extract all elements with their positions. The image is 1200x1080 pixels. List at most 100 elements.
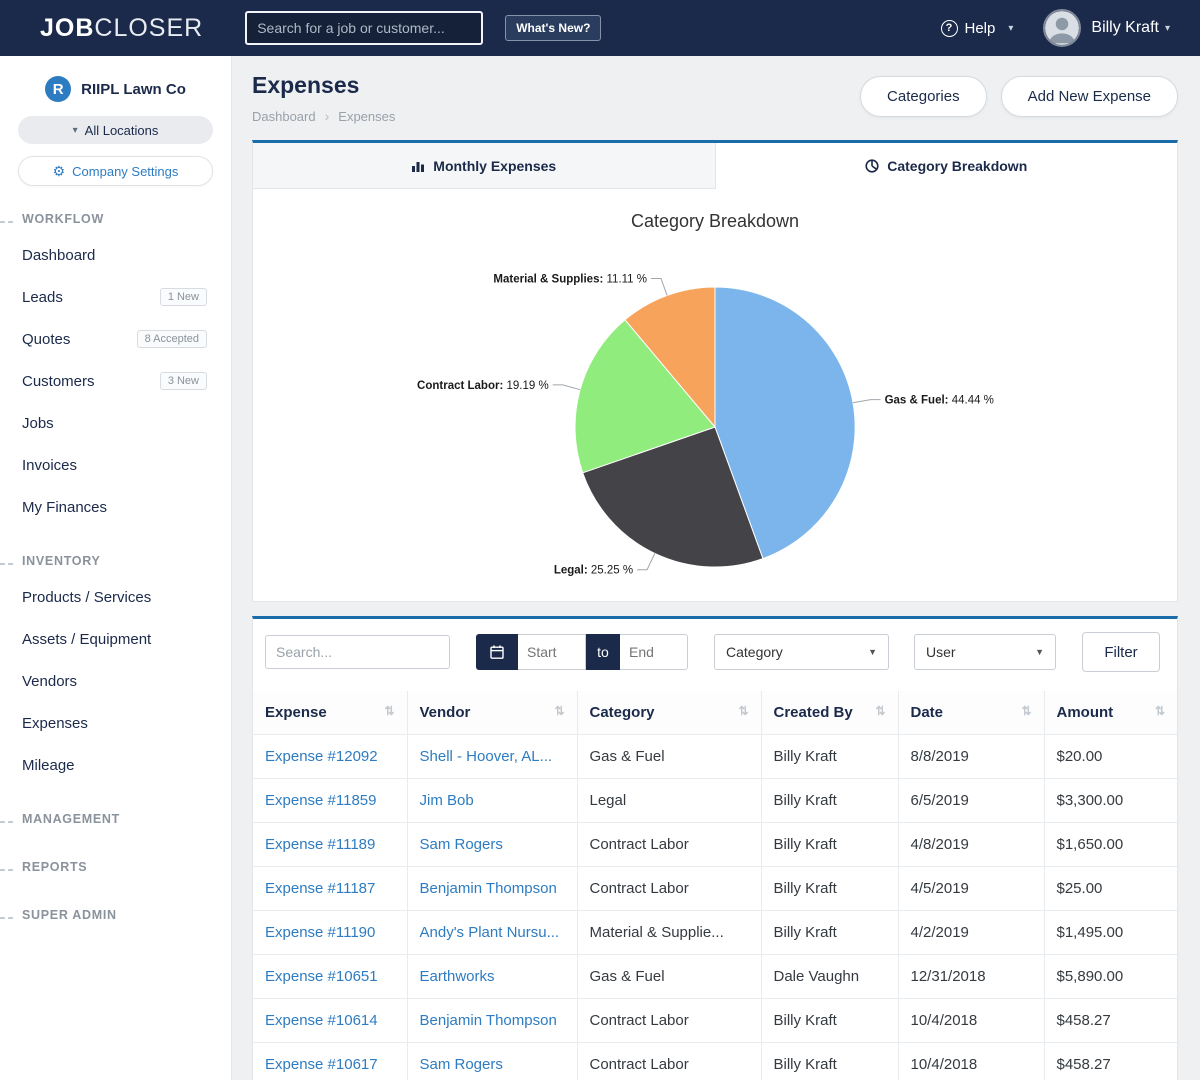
created-by-cell: Billy Kraft [761, 779, 898, 823]
filter-button[interactable]: Filter [1082, 632, 1160, 672]
vendor-link[interactable]: Shell - Hoover, AL... [407, 735, 577, 779]
start-date-input[interactable] [518, 634, 586, 670]
calendar-button[interactable] [476, 634, 518, 670]
app-logo[interactable]: JOBCLOSER [40, 14, 203, 43]
sort-icon[interactable]: ⇅ [384, 704, 394, 718]
breadcrumb-dashboard[interactable]: Dashboard [252, 109, 316, 124]
user-avatar[interactable] [1043, 9, 1081, 47]
user-select-value: User [926, 644, 956, 660]
sidebar-item-label: Dashboard [22, 247, 95, 264]
column-header-vendor[interactable]: ⇅Vendor [407, 691, 577, 735]
whats-new-button[interactable]: What's New? [505, 15, 601, 41]
amount-cell: $1,650.00 [1044, 823, 1177, 867]
end-date-input[interactable] [620, 634, 688, 670]
tab-monthly-expenses[interactable]: Monthly Expenses [253, 143, 716, 189]
sidebar-section-reports: REPORTS [0, 850, 231, 882]
sidebar-item-label: Mileage [22, 757, 75, 774]
breadcrumb: Dashboard › Expenses [252, 108, 395, 124]
category-select-value: Category [726, 644, 783, 660]
help-menu[interactable]: ? Help ▾ [941, 20, 1014, 37]
sidebar-item-mileage[interactable]: Mileage [0, 744, 231, 786]
sidebar-item-jobs[interactable]: Jobs [0, 402, 231, 444]
sidebar-item-quotes[interactable]: Quotes8 Accepted [0, 318, 231, 360]
date-cell: 4/5/2019 [898, 867, 1044, 911]
column-header-amount[interactable]: ⇅Amount [1044, 691, 1177, 735]
date-range-to-label: to [586, 634, 620, 670]
column-header-date[interactable]: ⇅Date [898, 691, 1044, 735]
user-name[interactable]: Billy Kraft [1091, 19, 1159, 37]
vendor-link[interactable]: Sam Rogers [407, 823, 577, 867]
sort-icon[interactable]: ⇅ [875, 704, 885, 718]
sidebar-item-dashboard[interactable]: Dashboard [0, 234, 231, 276]
categories-button[interactable]: Categories [860, 76, 987, 117]
sidebar-item-my-finances[interactable]: My Finances [0, 486, 231, 528]
created-by-cell: Billy Kraft [761, 867, 898, 911]
table-search-input[interactable] [265, 635, 450, 669]
sidebar-item-label: Products / Services [22, 589, 151, 606]
expense-link[interactable]: Expense #10617 [253, 1043, 407, 1080]
sidebar-item-expenses[interactable]: Expenses [0, 702, 231, 744]
add-new-expense-button[interactable]: Add New Expense [1001, 76, 1178, 117]
global-search-input[interactable] [245, 11, 483, 45]
category-select[interactable]: Category ▼ [714, 634, 889, 670]
column-header-category[interactable]: ⇅Category [577, 691, 761, 735]
sidebar: R RIIPL Lawn Co ▾ All Locations ⚙ Compan… [0, 56, 232, 1080]
expenses-table-card: to Category ▼ User ▼ Filter ⇅ Expense ⇅Ven… [252, 616, 1178, 1080]
tab-category-breakdown[interactable]: Category Breakdown [716, 143, 1178, 189]
sidebar-item-customers[interactable]: Customers3 New [0, 360, 231, 402]
vendor-link[interactable]: Benjamin Thompson [407, 867, 577, 911]
expense-link[interactable]: Expense #11187 [253, 867, 407, 911]
pie-label-connector [853, 400, 881, 403]
sidebar-item-products-services[interactable]: Products / Services [0, 576, 231, 618]
expenses-table: ⇅ Expense ⇅Vendor⇅Category⇅Created By⇅Date… [253, 691, 1177, 1080]
table-row: Expense #10617Sam RogersContract LaborBi… [253, 1043, 1177, 1080]
date-range-group: to [476, 634, 688, 670]
created-by-cell: Billy Kraft [761, 999, 898, 1043]
table-row: Expense #11189Sam RogersContract LaborBi… [253, 823, 1177, 867]
sidebar-item-invoices[interactable]: Invoices [0, 444, 231, 486]
expense-link[interactable]: Expense #10651 [253, 955, 407, 999]
amount-cell: $25.00 [1044, 867, 1177, 911]
pie-label-contract-labor: Contract Labor: 19.19 % [417, 380, 549, 392]
vendor-link[interactable]: Sam Rogers [407, 1043, 577, 1080]
company-settings-button[interactable]: ⚙ Company Settings [18, 156, 213, 186]
vendor-link[interactable]: Andy's Plant Nursu... [407, 911, 577, 955]
sidebar-item-label: Jobs [22, 415, 54, 432]
category-pie-chart: Gas & Fuel: 44.44 %Legal: 25.25 %Contrac… [253, 189, 1177, 601]
pie-label-gas-fuel: Gas & Fuel: 44.44 % [885, 395, 994, 407]
filter-bar: to Category ▼ User ▼ Filter [253, 619, 1177, 683]
sort-icon[interactable]: ⇅ [554, 704, 564, 718]
sidebar-item-assets-equipment[interactable]: Assets / Equipment [0, 618, 231, 660]
sort-icon[interactable]: ⇅ [1155, 704, 1165, 718]
category-cell: Gas & Fuel [577, 955, 761, 999]
sort-icon[interactable]: ⇅ [1021, 704, 1031, 718]
expense-link[interactable]: Expense #11189 [253, 823, 407, 867]
date-cell: 4/2/2019 [898, 911, 1044, 955]
locations-dropdown[interactable]: ▾ All Locations [18, 116, 213, 144]
expense-link[interactable]: Expense #10614 [253, 999, 407, 1043]
date-cell: 4/8/2019 [898, 823, 1044, 867]
table-header-row: ⇅ Expense ⇅Vendor⇅Category⇅Created By⇅Date… [253, 691, 1177, 735]
pie-label-connector [553, 385, 580, 390]
vendor-link[interactable]: Benjamin Thompson [407, 999, 577, 1043]
sidebar-section-management: MANAGEMENT [0, 802, 231, 834]
vendor-link[interactable]: Jim Bob [407, 779, 577, 823]
sidebar-item-vendors[interactable]: Vendors [0, 660, 231, 702]
chevron-down-icon[interactable]: ▾ [1165, 23, 1170, 34]
column-header-expense[interactable]: ⇅ Expense [253, 691, 407, 735]
expense-link[interactable]: Expense #12092 [253, 735, 407, 779]
user-select[interactable]: User ▼ [914, 634, 1056, 670]
sidebar-item-label: My Finances [22, 499, 107, 516]
expense-link[interactable]: Expense #11859 [253, 779, 407, 823]
company-avatar: R [45, 76, 71, 102]
vendor-link[interactable]: Earthworks [407, 955, 577, 999]
column-header-label: Expense [265, 704, 327, 721]
expense-link[interactable]: Expense #11190 [253, 911, 407, 955]
sidebar-item-leads[interactable]: Leads1 New [0, 276, 231, 318]
table-row: Expense #11859Jim BobLegalBilly Kraft6/5… [253, 779, 1177, 823]
sidebar-item-label: Customers [22, 373, 95, 390]
category-cell: Contract Labor [577, 867, 761, 911]
company-settings-label: Company Settings [72, 164, 178, 179]
column-header-created-by[interactable]: ⇅Created By [761, 691, 898, 735]
sort-icon[interactable]: ⇅ [738, 704, 748, 718]
